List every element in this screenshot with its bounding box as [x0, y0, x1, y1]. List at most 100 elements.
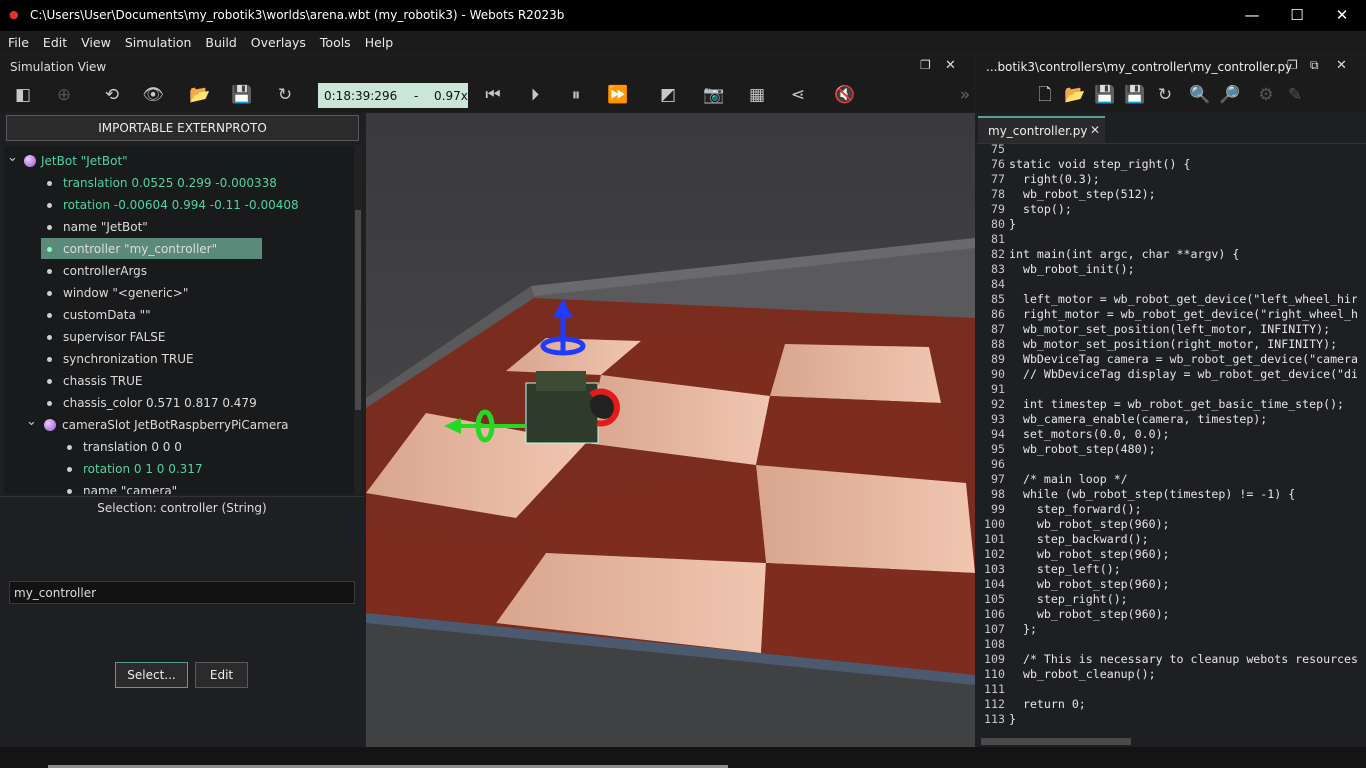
- code-line: right(0.3);: [1009, 172, 1100, 186]
- reset-simulation-icon[interactable]: ⏮: [481, 83, 505, 107]
- scene-tree-item[interactable]: name "camera": [4, 480, 354, 494]
- importable-externproto-button[interactable]: IMPORTABLE EXTERNPROTO: [6, 115, 359, 141]
- save-as-icon[interactable]: 💾: [1123, 83, 1147, 107]
- fast-forward-icon[interactable]: ⏩: [606, 83, 630, 107]
- scene-tree-label: controller "my_controller": [63, 242, 218, 256]
- expand-arrow-icon[interactable]: ⌄: [26, 414, 37, 429]
- scene-tree-item[interactable]: chassis_color 0.571 0.817 0.479: [4, 392, 354, 414]
- line-number: 107: [984, 622, 1005, 636]
- scene-tree-label: name "camera": [83, 484, 178, 494]
- reset-viewpoint-icon[interactable]: ⟲: [100, 83, 124, 107]
- line-number: 104: [984, 577, 1005, 591]
- open-world-icon[interactable]: 📂: [188, 83, 212, 107]
- scene-tree-label: chassis_color 0.571 0.817 0.479: [63, 396, 257, 410]
- editor-float-icon[interactable]: ❐: [1287, 58, 1298, 72]
- menu-tools[interactable]: Tools: [312, 31, 357, 50]
- close-icon[interactable]: ✕: [1322, 6, 1362, 24]
- reload-world-icon[interactable]: ↻: [273, 83, 297, 107]
- scene-tree-item[interactable]: supervisor FALSE: [4, 326, 354, 348]
- screenshot-icon[interactable]: 📷: [702, 83, 726, 107]
- scene-tree-scrollbar[interactable]: [354, 146, 362, 494]
- scene-tree-item[interactable]: rotation -0.00604 0.994 -0.11 -0.00408: [4, 194, 354, 216]
- menu-overlays[interactable]: Overlays: [243, 31, 312, 50]
- scene-tree-item[interactable]: window "<generic>": [4, 282, 354, 304]
- field-bullet-icon: [47, 291, 52, 296]
- line-number: 83: [991, 262, 1005, 276]
- editor-tab[interactable]: my_controller.py ✕: [978, 116, 1105, 143]
- maximize-icon[interactable]: ☐: [1277, 6, 1317, 24]
- pause-icon[interactable]: ⏸: [564, 83, 588, 107]
- save-file-icon[interactable]: 💾: [1093, 83, 1117, 107]
- new-file-icon[interactable]: 🗋: [1033, 83, 1057, 107]
- scene-tree-item[interactable]: name "JetBot": [4, 216, 354, 238]
- scene-tree-item[interactable]: chassis TRUE: [4, 370, 354, 392]
- more-icon[interactable]: »: [953, 83, 977, 107]
- select-button[interactable]: Select...: [115, 662, 188, 688]
- field-bullet-icon: [67, 467, 72, 472]
- edit-button[interactable]: Edit: [195, 662, 248, 688]
- menu-view[interactable]: View: [73, 31, 117, 50]
- line-number: 110: [984, 667, 1005, 681]
- scene-tree-label: name "JetBot": [63, 220, 148, 234]
- editor-restore-icon[interactable]: ⧉: [1310, 58, 1319, 73]
- tab-close-icon[interactable]: ✕: [1090, 123, 1100, 137]
- editor-close-icon[interactable]: ✕: [1336, 58, 1347, 73]
- movie-icon[interactable]: ▦: [745, 83, 769, 107]
- code-line: while (wb_robot_step(timestep) != -1) {: [1009, 487, 1296, 501]
- scene-tree-item[interactable]: controllerArgs: [4, 260, 354, 282]
- rendering-icon[interactable]: ◩: [656, 83, 680, 107]
- line-number: 102: [984, 547, 1005, 561]
- status-bar: [0, 747, 1366, 768]
- menu-simulation[interactable]: Simulation: [117, 31, 198, 50]
- scene-tree-item[interactable]: translation 0 0 0: [4, 436, 354, 458]
- controller-value-input[interactable]: [9, 581, 355, 604]
- scene-tree-item[interactable]: customData "": [4, 304, 354, 326]
- editor-file-path: ...botik3\controllers\my_controller\my_c…: [986, 60, 1293, 74]
- code-line: WbDeviceTag camera = wb_robot_get_device…: [1009, 352, 1357, 366]
- node-sphere-icon: [44, 419, 56, 431]
- menu-file[interactable]: File: [0, 31, 35, 50]
- float-icon[interactable]: ❐: [920, 58, 931, 72]
- mute-icon[interactable]: 🔇: [833, 83, 857, 107]
- scene-tree-item[interactable]: synchronization TRUE: [4, 348, 354, 370]
- add-node-icon[interactable]: ⊕: [52, 83, 76, 107]
- menu-build[interactable]: Build: [197, 31, 242, 50]
- find-icon[interactable]: 🔍: [1188, 83, 1212, 107]
- clean-icon[interactable]: ✎: [1283, 83, 1307, 107]
- 3d-viewport[interactable]: [366, 113, 975, 747]
- hide-scene-tree-icon[interactable]: ◧: [11, 83, 35, 107]
- replace-icon[interactable]: 🔎: [1218, 83, 1242, 107]
- scene-tree-item[interactable]: ⌄ cameraSlot JetBotRaspberryPiCamera: [4, 414, 354, 436]
- line-number: 88: [991, 337, 1005, 351]
- line-number: 76: [991, 157, 1005, 171]
- scene-tree-item[interactable]: controller "my_controller": [4, 238, 354, 260]
- revert-icon[interactable]: ↻: [1153, 83, 1177, 107]
- open-file-icon[interactable]: 📂: [1063, 83, 1087, 107]
- share-icon[interactable]: ⋖: [786, 83, 810, 107]
- code-line: wb_robot_step(480);: [1009, 442, 1156, 456]
- field-bullet-icon: [47, 401, 52, 406]
- menu-help[interactable]: Help: [357, 31, 400, 50]
- scene-tree-label: rotation -0.00604 0.994 -0.11 -0.00408: [63, 198, 299, 212]
- dock-close-icon[interactable]: ✕: [945, 58, 956, 73]
- simulation-view-dock: Simulation View ❐ ✕: [0, 56, 975, 78]
- scene-tree-label: JetBot "JetBot": [41, 154, 128, 168]
- scene-tree-item[interactable]: ⌄ JetBot "JetBot": [4, 150, 354, 172]
- code-line: };: [1009, 622, 1037, 636]
- field-editor: Selection: controller (String) Select...…: [0, 496, 364, 747]
- expand-arrow-icon[interactable]: ⌄: [7, 150, 18, 165]
- menu-edit[interactable]: Edit: [35, 31, 73, 50]
- step-icon[interactable]: ⏵: [523, 83, 547, 107]
- scene-tree-item[interactable]: translation 0.0525 0.299 -0.000338: [4, 172, 354, 194]
- code-line: right_motor = wb_robot_get_device("right…: [1009, 307, 1357, 321]
- minimize-icon[interactable]: —: [1232, 6, 1272, 24]
- code-line: wb_motor_set_position(right_motor, INFIN…: [1009, 337, 1338, 351]
- window-title: C:\Users\User\Documents\my_robotik3\worl…: [30, 8, 565, 22]
- line-number: 77: [991, 172, 1005, 186]
- code-area[interactable]: 75 76 static void step_right() {77 right(0…: [977, 142, 1357, 736]
- save-world-icon[interactable]: 💾: [230, 83, 254, 107]
- view-eye-icon[interactable]: 👁: [141, 83, 165, 107]
- scene-tree-item[interactable]: rotation 0 1 0 0.317: [4, 458, 354, 480]
- editor-hscrollbar[interactable]: [981, 738, 1131, 745]
- build-icon[interactable]: ⚙: [1254, 83, 1278, 107]
